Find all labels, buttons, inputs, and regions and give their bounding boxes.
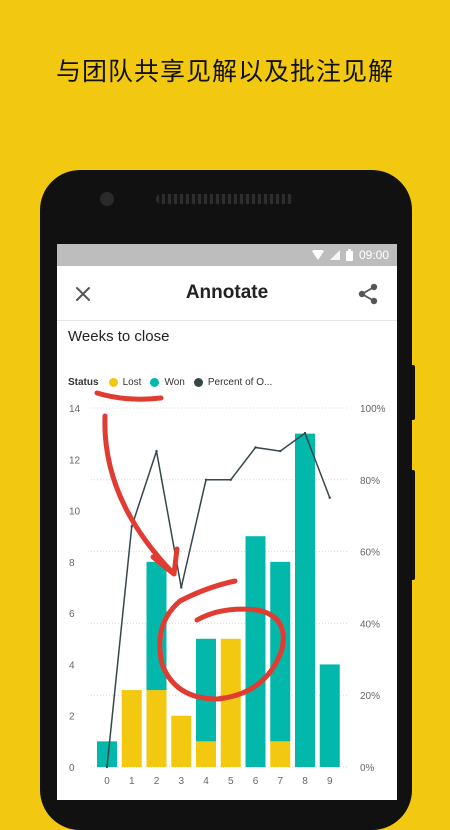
x-tick-label: 0 (104, 776, 110, 787)
phone-volume-button (410, 365, 415, 420)
bar-won (319, 664, 340, 767)
phone-screen: 09:00 Annotate Weeks to close Status Los… (57, 244, 397, 800)
x-tick-label: 1 (129, 776, 135, 787)
x-tick-label: 9 (327, 776, 333, 787)
y-tick-label: 14 (69, 404, 81, 415)
point-percent (180, 586, 183, 589)
point-percent (229, 478, 232, 481)
x-tick-label: 4 (203, 776, 209, 787)
y2-tick-label: 100% (360, 404, 386, 415)
y-tick-label: 8 (69, 558, 75, 569)
point-percent (303, 431, 307, 435)
point-percent (279, 449, 282, 453)
y2-tick-label: 20% (360, 691, 380, 702)
y-tick-label: 0 (69, 763, 75, 774)
bar-won (196, 638, 216, 742)
bar-lost (121, 690, 142, 767)
x-tick-label: 8 (302, 776, 308, 787)
y-tick-label: 4 (69, 660, 75, 671)
y-tick-label: 10 (69, 507, 81, 518)
y-tick-label: 2 (69, 712, 75, 723)
annotation-arrow (102, 413, 175, 575)
x-tick-label: 5 (228, 776, 234, 787)
point-percent (204, 478, 208, 481)
x-tick-label: 6 (253, 776, 259, 787)
y-tick-label: 6 (69, 609, 75, 620)
y2-tick-label: 40% (360, 619, 380, 630)
point-percent (254, 446, 257, 449)
phone-power-button (410, 470, 415, 580)
x-tick-label: 2 (154, 776, 160, 787)
bar-lost (270, 741, 291, 767)
annotation-underline (94, 390, 164, 402)
y2-tick-label: 0% (360, 763, 375, 774)
bar-won (245, 536, 266, 767)
bar-lost (171, 715, 192, 767)
point-percent (155, 449, 158, 453)
point-percent (105, 765, 109, 769)
x-tick-label: 3 (178, 776, 184, 787)
promo-headline: 与团队共享见解以及批注见解 (55, 57, 394, 86)
bar-lost (220, 638, 241, 767)
y2-tick-label: 80% (360, 476, 380, 487)
bar-lost (196, 741, 216, 767)
x-tick-label: 7 (277, 776, 283, 787)
earpiece-speaker (156, 194, 294, 204)
y2-tick-label: 60% (360, 548, 380, 559)
bar-lost (146, 690, 167, 767)
chart-canvas[interactable]: 0%20%40%60%80%100%024681012140 1 2 3 4 5 6 7 8 9 (57, 244, 397, 800)
front-camera (100, 192, 114, 206)
y-tick-label: 12 (69, 455, 81, 466)
bar-won (295, 433, 315, 767)
point-percent (328, 496, 331, 499)
